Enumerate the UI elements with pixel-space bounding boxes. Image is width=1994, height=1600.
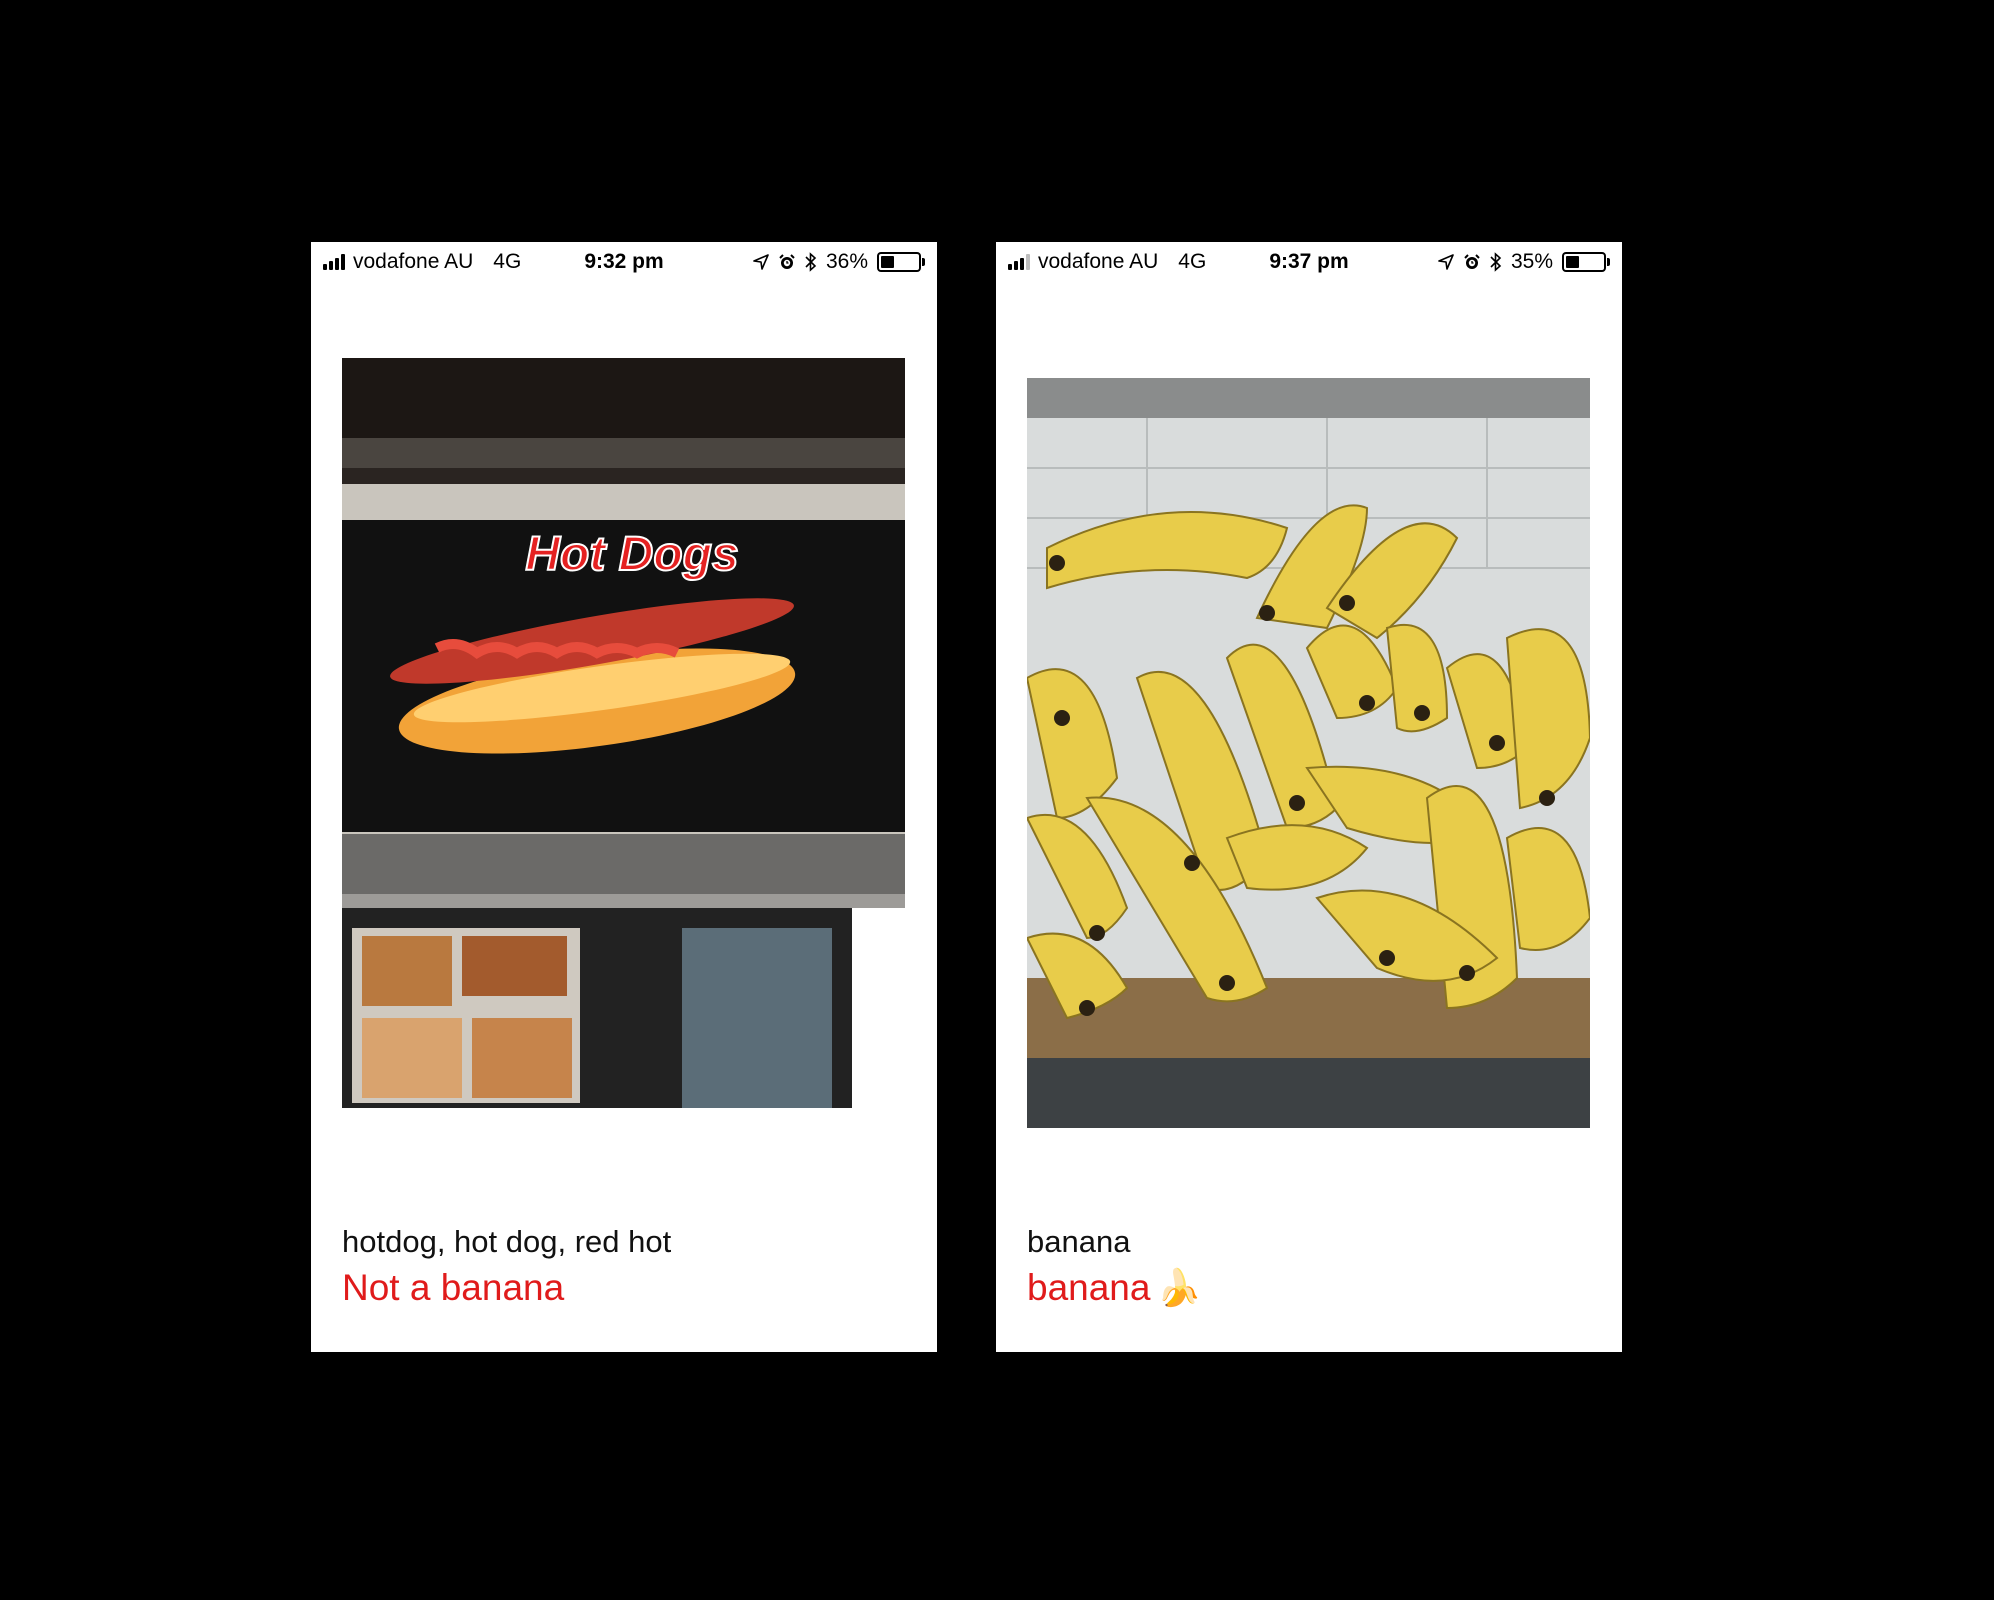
bluetooth-icon bbox=[805, 252, 817, 272]
alarm-icon bbox=[779, 254, 795, 269]
battery-icon bbox=[1562, 252, 1610, 272]
location-arrow-icon bbox=[1438, 254, 1454, 270]
prediction-label: banana bbox=[1027, 1224, 1131, 1259]
phone-screen-hotdog: vodafone AU 4G 9:32 pm 36% Hot Dogs hotd… bbox=[311, 242, 937, 1352]
sign-text: Hot Dogs bbox=[525, 528, 738, 581]
network-label: 4G bbox=[1178, 250, 1207, 273]
carrier-label: vodafone AU bbox=[353, 250, 474, 273]
alarm-icon bbox=[1464, 254, 1480, 269]
carrier-label: vodafone AU bbox=[1038, 250, 1159, 273]
signal-icon bbox=[323, 254, 345, 270]
status-time: 9:32 pm bbox=[584, 250, 664, 273]
phone-screen-banana: vodafone AU 4G 9:37 pm 35% banana banana… bbox=[996, 242, 1622, 1352]
battery-icon bbox=[877, 252, 925, 272]
battery-percent: 35% bbox=[1510, 250, 1553, 273]
status-bar: vodafone AU 4G 9:37 pm 35% bbox=[996, 242, 1622, 282]
photo-hotdog: Hot Dogs bbox=[342, 358, 905, 1108]
location-arrow-icon bbox=[753, 254, 769, 270]
verdict-text: banana bbox=[1027, 1267, 1151, 1308]
network-label: 4G bbox=[493, 250, 522, 273]
bluetooth-icon bbox=[1490, 252, 1502, 272]
verdict-text: Not a banana bbox=[342, 1267, 565, 1308]
signal-icon bbox=[1008, 254, 1030, 270]
status-bar: vodafone AU 4G 9:32 pm 36% bbox=[311, 242, 937, 282]
photo-bananas bbox=[1027, 378, 1590, 1128]
status-time: 9:37 pm bbox=[1269, 250, 1349, 273]
prediction-label: hotdog, hot dog, red hot bbox=[342, 1224, 672, 1259]
verdict-label: Not a banana bbox=[342, 1267, 564, 1309]
verdict-label: banana 🍌 bbox=[1027, 1267, 1201, 1309]
battery-percent: 36% bbox=[825, 250, 868, 273]
banana-icon: 🍌 bbox=[1156, 1267, 1202, 1308]
